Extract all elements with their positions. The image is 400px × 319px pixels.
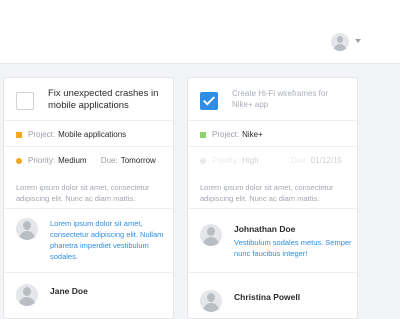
top-bar [0,0,400,64]
comment-author: Jane Doe [50,286,88,296]
comment-text: Vestibulum sodales metus. Semper nunc fa… [234,238,352,258]
project-row: Project: Mobile applications [16,130,126,139]
user-avatar-icon [331,33,349,51]
comment-author: Christina Powell [234,292,301,302]
task-card[interactable]: Create Hi-Fi wireframes for Nike+ app Pr… [187,77,358,319]
task-checkbox[interactable] [16,92,34,110]
task-title: Create Hi-Fi wireframes for Nike+ app [232,89,329,109]
task-description: Lorem ipsum dolor sit amet, consectetur … [16,183,150,203]
project-color-square [200,131,206,138]
divider [188,120,357,121]
divider [188,146,357,147]
user-avatar-icon [200,290,222,312]
task-checkbox-checked[interactable] [200,92,218,110]
priority-row: Priority: High Due: 01/12/15 [200,156,342,165]
divider [4,272,173,273]
divider [4,208,173,209]
user-menu-button[interactable] [331,33,361,53]
priority-dot [16,157,22,164]
user-avatar-icon [200,224,222,246]
task-card[interactable]: Fix unexpected crashes in mobile applica… [3,77,174,319]
divider [188,272,357,273]
project-row: Project: Nike+ [200,130,263,139]
project-link[interactable]: Mobile applications [58,130,126,139]
divider [188,208,357,209]
project-color-square [16,131,22,138]
divider [4,146,173,147]
project-link[interactable]: Nike+ [242,130,263,139]
comment-text: Lorem ipsum dolor sit amet, consectetur … [50,219,164,261]
priority-dot [200,157,206,164]
comment-author: Johnathan Doe [234,224,296,234]
priority-row: Priority: Medium Due: Tomorrow [16,156,156,165]
user-avatar-icon [16,284,38,306]
task-title: Fix unexpected crashes in mobile applica… [48,88,159,111]
task-description: Lorem ipsum dolor sit amet, consectetur … [200,183,334,203]
user-avatar-icon [16,218,38,240]
chevron-down-icon [355,39,361,43]
divider [4,120,173,121]
